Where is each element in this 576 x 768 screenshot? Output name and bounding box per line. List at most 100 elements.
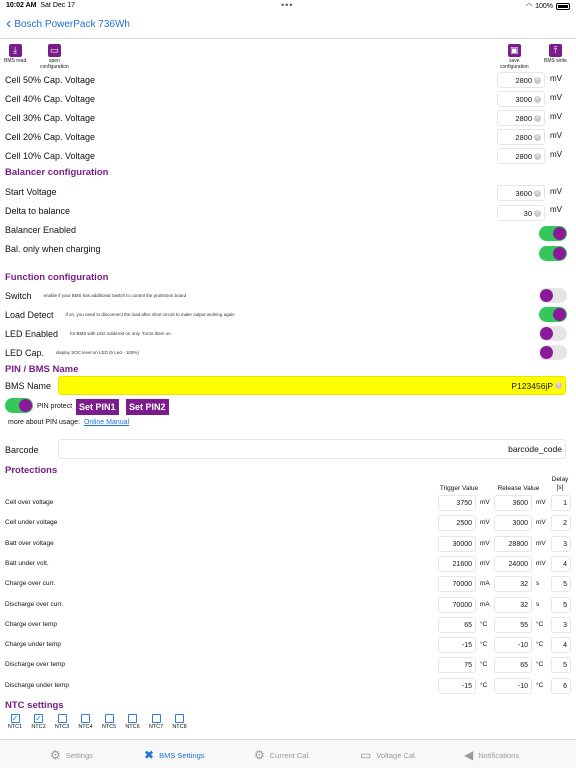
load-detect-toggle[interactable] [539,307,567,322]
switch-hint: enable if your BMS has additional Switch… [43,293,187,298]
checkbox-empty-icon[interactable] [151,714,161,723]
start-voltage-input[interactable]: 3600 × [497,185,545,201]
trigger-input[interactable]: 3750 [438,495,476,511]
tab-voltage-cal[interactable]: ▭ Voltage Cal. [360,748,417,762]
cap-30-input[interactable]: 2800 × [497,110,545,126]
bal-charging-toggle[interactable] [539,246,567,261]
trigger-input[interactable]: 30000 [438,535,476,552]
clear-icon[interactable]: × [555,382,562,389]
clear-icon[interactable]: × [534,190,541,197]
delay-input[interactable]: 1 [551,495,571,511]
online-manual-link[interactable]: Online Manual [84,419,129,426]
delta-unit: mV [550,205,562,214]
pin-protect-toggle[interactable] [5,398,33,413]
checkbox-checked-icon[interactable]: ✓ [10,714,20,723]
delay-input[interactable]: 5 [551,596,571,613]
delay-input[interactable]: 5 [551,657,571,674]
ntc-checkbox-8[interactable]: NTC8 [170,714,190,730]
release-input[interactable]: 3600 [494,495,532,511]
clear-icon[interactable]: × [534,210,541,217]
clear-icon[interactable]: × [534,153,541,160]
checkbox-empty-icon[interactable] [175,714,184,723]
switch-toggle[interactable] [539,288,567,303]
release-input[interactable]: -10 [494,677,532,694]
cap-row: Cell 20% Cap. Voltage [5,127,568,146]
delay-input[interactable]: 5 [551,576,571,593]
release-input[interactable]: 28800 [494,535,532,552]
delay-input[interactable]: 4 [551,555,571,572]
tab-settings[interactable]: ⚙ Settings [50,748,93,762]
bms-write-button[interactable]: ⤒ BMS write [544,44,567,65]
delay-input[interactable]: 3 [551,616,571,633]
led-enabled-toggle[interactable] [539,326,567,341]
checkbox-empty-icon[interactable] [128,714,137,723]
pin-more-label: more about PIN usage: [8,419,80,426]
bms-read-button[interactable]: ⤓ BMS read [4,44,26,65]
ntc-checkbox-1[interactable]: ✓ NTC1 [5,714,25,730]
led-cap-hint: display SOC level on LED (5 Led - 100%) [56,350,139,355]
checkbox-empty-icon[interactable] [81,714,90,723]
clear-icon[interactable]: × [534,115,541,122]
bms-name-input[interactable]: P123456jP × [58,376,566,395]
trigger-unit: mA [480,580,490,588]
trigger-input[interactable]: -15 [438,637,476,654]
tab-current-cal[interactable]: ⚙ Current Cal. [254,748,310,762]
ntc-checkbox-5[interactable]: NTC5 [99,714,119,730]
ntc-checkbox-7[interactable]: NTC7 [146,714,166,730]
ntc-checkbox-6[interactable]: NTC6 [123,714,143,730]
set-pin1-button[interactable]: Set PIN1 [76,399,119,415]
delay-input[interactable]: 6 [551,677,571,694]
protection-label: Cell over voltage [5,499,54,506]
release-input[interactable]: -10 [494,637,532,654]
status-bar: 10:02 AM Sat Dec 17 ••• ◠ 100% [0,0,576,12]
trigger-input[interactable]: -15 [438,677,476,694]
save-config-button[interactable]: ▣ save configuration [500,44,529,70]
settings-scroll[interactable]: Cell 50% Cap. Voltage 2800 × mV Cell 40% … [0,70,576,738]
release-input[interactable]: 3000 [494,515,532,532]
trigger-input[interactable]: 75 [438,657,476,674]
ntc-checkbox-4[interactable]: NTC4 [76,714,96,730]
trigger-input[interactable]: 70000 [438,576,476,593]
barcode-input[interactable]: barcode_code [58,439,566,459]
checkbox-empty-icon[interactable] [104,714,114,723]
led-enabled-label: LED Enabled [5,328,59,339]
ntc-checkbox-2[interactable]: ✓ NTC2 [29,714,49,730]
release-unit: °C [536,681,544,689]
back-button[interactable]: ‹ Bosch PowerPack 736Wh [6,16,130,32]
clear-icon[interactable]: × [534,134,541,141]
clear-icon[interactable]: × [534,96,541,103]
trigger-input[interactable]: 65 [438,616,476,633]
delta-input[interactable]: 30 × [497,205,545,221]
tab-bms-settings[interactable]: ✖ BMS Settings [144,748,205,762]
megaphone-icon: ◀ [464,748,474,762]
ntc-checkbox-3[interactable]: NTC3 [52,714,72,730]
release-input[interactable]: 65 [494,657,532,674]
multitask-dots[interactable]: ••• [281,0,293,10]
save-icon: ▣ [507,44,521,57]
switch-label: Switch [5,290,32,301]
delay-input[interactable]: 2 [551,515,571,532]
cap-row: Cell 50% Cap. Voltage [5,70,568,89]
trigger-input[interactable]: 70000 [438,596,476,613]
delay-input[interactable]: 4 [551,637,571,654]
led-cap-toggle[interactable] [539,345,567,360]
release-input[interactable]: 32 [494,596,532,613]
checkbox-checked-icon[interactable]: ✓ [34,714,43,723]
checkbox-empty-icon[interactable] [57,714,67,723]
clear-icon[interactable]: × [534,77,541,84]
trigger-input[interactable]: 21600 [438,555,476,572]
release-input[interactable]: 24000 [494,555,532,572]
download-icon: ⤓ [8,44,22,57]
load-detect-hint: if on, you need to disconnect the load a… [65,312,235,317]
set-pin2-button[interactable]: Set PIN2 [126,399,169,415]
trigger-input[interactable]: 2500 [438,515,476,532]
open-config-button[interactable]: ▭ open configuration [40,44,69,70]
delay-input[interactable]: 3 [551,535,571,552]
cap-20-input[interactable]: 2800 × [497,129,545,145]
cap-50-input[interactable]: 2800 × [497,72,545,88]
release-input[interactable]: 55 [494,616,532,633]
cap-10-input[interactable]: 2800 × [497,148,545,164]
cap-40-input[interactable]: 3000 × [497,91,545,107]
tab-notifications[interactable]: ◀ Notifications [464,748,519,762]
release-input[interactable]: 32 [494,576,532,593]
